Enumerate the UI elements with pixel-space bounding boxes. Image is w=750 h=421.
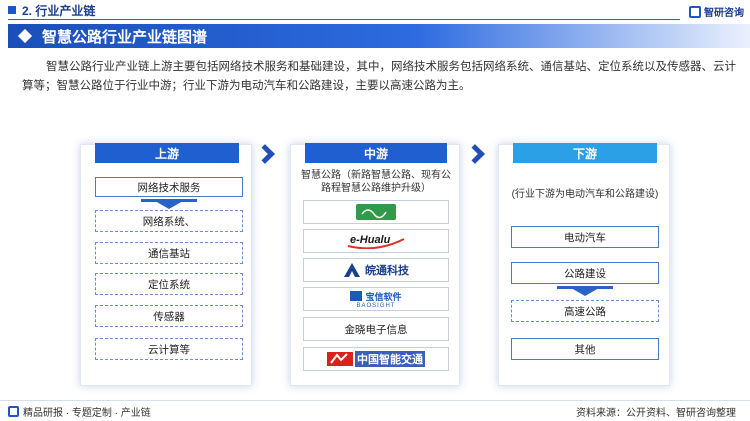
midstream-logo-3: 皖通科技	[303, 258, 449, 282]
upstream-item-2: 通信基站	[95, 242, 243, 264]
upstream-item-4: 传感器	[95, 305, 243, 327]
midstream-header: 中游	[305, 143, 447, 163]
midstream-logo-5: 金晓电子信息	[303, 317, 449, 341]
upstream-down-arrow-icon	[155, 201, 183, 209]
downstream-item-3: 高速公路	[511, 300, 659, 322]
brand-name: 智研咨询	[704, 8, 744, 19]
downstream-note: (行业下游为电动汽车和公路建设)	[511, 189, 659, 200]
description-text: 智慧公路行业产业链上游主要包括网络技术服务和基础建设，其中，网络技术服务包括网络…	[22, 61, 736, 92]
midstream-logo-2: e-Hualu	[303, 229, 449, 253]
chevron-right-icon	[255, 144, 275, 164]
china-its-logo-text: 中国智能交通	[355, 351, 425, 367]
section-header: 2. 行业产业链	[0, 0, 750, 20]
upstream-item-1: 网络系统、	[95, 210, 243, 232]
midstream-logo-4: 宝信软件 BAOSIGHT	[303, 287, 449, 311]
upstream-main-item: 网络技术服务	[95, 177, 243, 197]
wantong-logo-text: 皖通科技	[365, 265, 409, 277]
downstream-item-1: 电动汽车	[511, 226, 659, 248]
chevron-right-icon-2	[465, 144, 485, 164]
baosight-logo-icon	[350, 291, 363, 301]
downstream-item-2: 公路建设	[511, 262, 659, 284]
baosight-logo-subtext: BAOSIGHT	[356, 302, 396, 309]
downstream-item-4: 其他	[511, 338, 659, 360]
midstream-note: 智慧公路（新路智慧公路、现有公路程智慧公路维护升级）	[301, 170, 451, 194]
brand: 智研咨询	[689, 4, 744, 19]
baosight-logo-text: 宝信软件	[365, 291, 402, 302]
jinxiao-logo-text: 金晓电子信息	[344, 323, 408, 336]
footer-left: 精品研报 · 专题定制 · 产业链	[8, 404, 151, 419]
china-its-logo-icon	[327, 352, 353, 366]
upstream-header: 上游	[95, 143, 239, 163]
downstream-down-arrow-icon	[571, 288, 599, 296]
source-note: 资料来源：公开资料、智研咨询整理	[576, 408, 736, 419]
brand-logo-icon	[689, 5, 701, 18]
midstream-logo-6: 中国智能交通	[303, 347, 449, 371]
green-calligraphy-logo-icon	[356, 204, 396, 220]
section-marker-icon	[8, 6, 16, 14]
footer-divider	[0, 400, 750, 401]
title-bar: 智慧公路行业产业链图谱	[8, 24, 750, 48]
hualu-logo-text: e-Hualu	[350, 234, 391, 246]
footer-logo-icon	[8, 406, 19, 417]
midstream-panel: 中游 智慧公路（新路智慧公路、现有公路程智慧公路维护升级） e-Hualu 皖通…	[290, 143, 460, 386]
header-divider	[8, 19, 680, 20]
footer-left-text: 精品研报 · 专题定制 · 产业链	[23, 408, 151, 419]
upstream-item-3: 定位系统	[95, 273, 243, 295]
upstream-item-5: 云计算等	[95, 338, 243, 360]
downstream-header: 下游	[513, 143, 657, 163]
downstream-panel: 下游 (行业下游为电动汽车和公路建设) 电动汽车 公路建设 高速公路 其他	[498, 143, 670, 386]
diamond-icon	[17, 28, 33, 44]
page-title: 智慧公路行业产业链图谱	[42, 28, 208, 46]
upstream-panel: 上游 网络技术服务 网络系统、 通信基站 定位系统 传感器 云计算等	[80, 143, 252, 386]
section-title: 2. 行业产业链	[22, 3, 96, 18]
wantong-logo-icon	[344, 263, 360, 277]
midstream-logo-1	[303, 200, 449, 224]
